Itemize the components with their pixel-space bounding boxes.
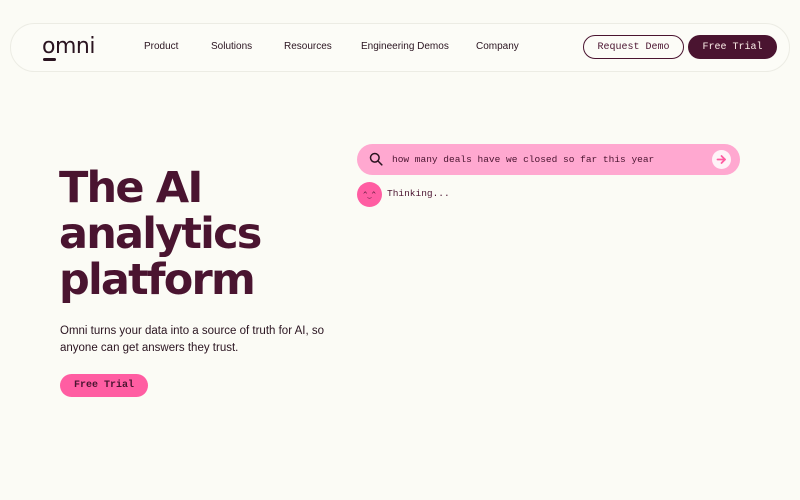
nav-link-product[interactable]: Product <box>144 41 178 52</box>
nav-link-solutions[interactable]: Solutions <box>211 41 252 52</box>
hero-headline: The AI analytics platform <box>59 165 339 303</box>
assistant-avatar: ^‿^ <box>357 182 382 207</box>
page: omni Product Solutions Resources Enginee… <box>0 0 800 500</box>
query-text: how many deals have we closed so far thi… <box>392 154 655 165</box>
omni-logo[interactable]: omni <box>42 36 95 58</box>
free-trial-hero-button[interactable]: Free Trial <box>60 374 148 397</box>
nav-link-resources[interactable]: Resources <box>284 41 332 52</box>
logo-underline <box>43 58 56 61</box>
nav-link-company[interactable]: Company <box>476 41 519 52</box>
top-navigation: omni Product Solutions Resources Enginee… <box>10 23 790 72</box>
headline-line-2: analytics <box>59 209 262 259</box>
hero-subtitle: Omni turns your data into a source of tr… <box>60 325 324 354</box>
arrow-right-icon <box>716 155 726 164</box>
headline-line-1: The AI <box>59 163 203 213</box>
request-demo-button[interactable]: Request Demo <box>583 35 684 59</box>
send-button[interactable] <box>712 150 731 169</box>
search-icon <box>369 152 383 166</box>
ai-query-bar[interactable]: how many deals have we closed so far thi… <box>357 144 740 175</box>
nav-link-engineering-demos[interactable]: Engineering Demos <box>361 41 449 52</box>
headline-line-3: platform <box>59 255 256 305</box>
assistant-status: Thinking... <box>387 188 450 199</box>
free-trial-nav-button[interactable]: Free Trial <box>688 35 777 59</box>
avatar-face-icon: ^‿^ <box>363 190 376 199</box>
